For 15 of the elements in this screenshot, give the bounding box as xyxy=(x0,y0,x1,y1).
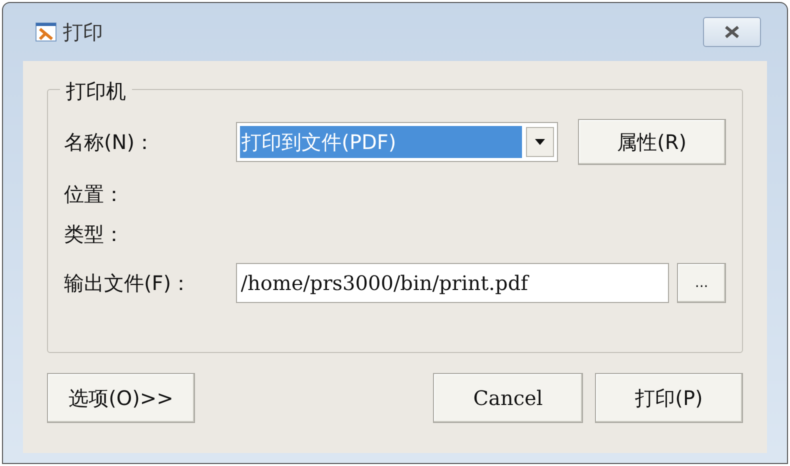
browse-button[interactable]: ... xyxy=(677,263,726,303)
cancel-button[interactable]: Cancel xyxy=(433,373,583,423)
options-button[interactable]: 选项(O)>> xyxy=(47,373,195,423)
close-icon xyxy=(723,25,741,39)
close-button[interactable] xyxy=(703,17,761,47)
type-label: 类型： xyxy=(64,221,125,248)
name-label: 名称(N)： xyxy=(64,129,156,156)
window-title: 打印 xyxy=(63,19,103,46)
print-button[interactable]: 打印(P) xyxy=(595,373,743,423)
dropdown-value: 打印到文件(PDF) xyxy=(240,126,522,158)
printer-app-icon xyxy=(35,21,57,43)
output-file-label: 输出文件(F)： xyxy=(64,270,192,297)
output-file-field[interactable]: /home/prs3000/bin/print.pdf xyxy=(236,263,670,303)
location-label: 位置： xyxy=(64,181,125,208)
properties-button[interactable]: 属性(R) xyxy=(578,119,726,165)
